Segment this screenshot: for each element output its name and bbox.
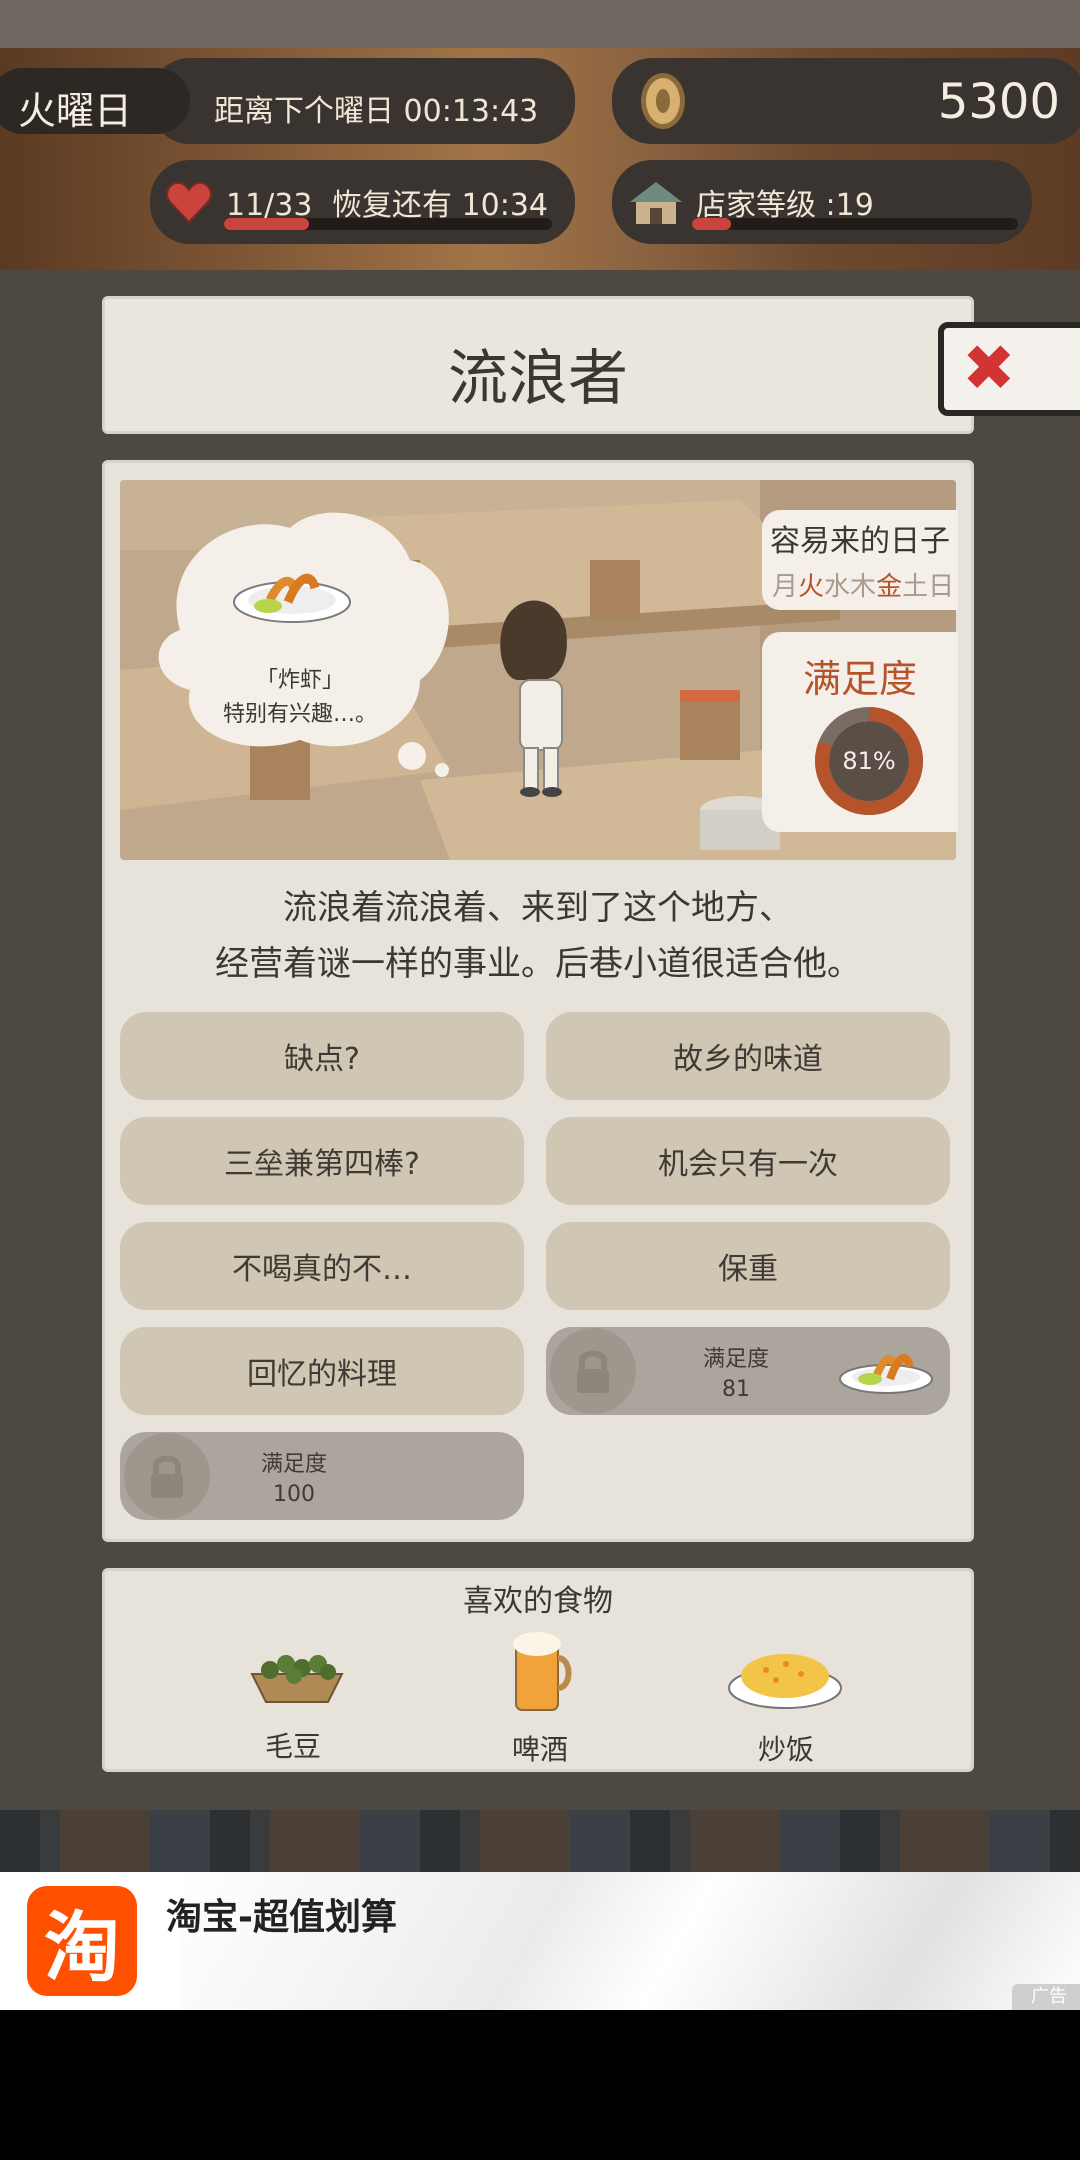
lock-icon-circle [124,1433,210,1519]
lock-icon [151,1455,183,1498]
stamina-bar-fill [224,218,310,230]
locked-option-100: 满足度 100 [120,1432,524,1520]
option-memory-dish[interactable]: 回忆的料理 [120,1327,524,1415]
character-title: 流浪者 [448,344,628,414]
weekday-4: 金 [876,572,903,602]
option-third-base[interactable]: 三垒兼第四棒? [120,1117,524,1205]
easy-days-title: 容易来的日子 [770,524,950,559]
locked-requirement-value: 100 [273,1482,315,1507]
background-strip [0,1810,1080,1872]
stamina-bar [224,218,552,230]
weekday-5: 土 [902,572,929,602]
close-icon[interactable]: ✖ [962,332,1016,406]
weekday-row: 月火水木金土日 [772,566,954,603]
weekday-0: 月 [772,572,799,602]
edamame-icon [248,1644,346,1710]
ad-badge: 广告 [1012,1984,1080,2010]
locked-option-81: 满足度 81 [546,1327,950,1415]
locked-requirement-label: 满足度 [702,1347,769,1372]
weekday-6: 日 [928,572,955,602]
favorite-dish-name: 「炸虾」 [255,668,344,693]
description-line-2: 经营着谜一样的事业。后巷小道很适合他。 [215,944,861,984]
current-day-label: 火曜日 [18,89,133,133]
coin-icon [637,70,689,132]
character-description: 流浪着流浪着、来到了这个地方、 经营着谜一样的事业。后巷小道很适合他。 [102,880,974,992]
option-flaws[interactable]: 缺点? [120,1012,524,1100]
coin-count: 5300 [937,74,1060,130]
option-hometown-taste[interactable]: 故乡的味道 [546,1012,950,1100]
description-line-1: 流浪着流浪着、来到了这个地方、 [283,888,793,928]
locked-requirement-value: 81 [722,1377,750,1402]
option-not-drinking[interactable]: 不喝真的不… [120,1222,524,1310]
lock-icon [577,1350,609,1393]
weekday-3: 木 [850,572,877,602]
favorite-food-fried-rice: 炒饭 [757,1733,814,1766]
lock-icon-circle [550,1328,636,1414]
bottom-black-area [0,2010,1080,2160]
ad-title[interactable]: 淘宝-超值划算 [166,1888,397,1940]
satisfaction-gauge: 81% [812,704,926,818]
favorite-food-beer: 啤酒 [511,1733,568,1766]
option-take-care[interactable]: 保重 [546,1222,950,1310]
weekday-2: 水 [824,572,851,602]
taobao-app-icon[interactable]: 淘 [27,1886,137,1996]
thought-bubble-text: 「炸虾」 特别有兴趣…。 [160,664,440,732]
interest-text: 特别有兴趣…。 [222,702,377,727]
favorite-food-edamame: 毛豆 [264,1730,321,1763]
shop-level-bar [692,218,1018,230]
fried-rice-icon [726,1640,844,1716]
weekday-1: 火 [798,572,825,602]
satisfaction-title: 满足度 [802,657,917,701]
satisfaction-value: 81% [842,747,895,775]
heart-icon [166,180,212,224]
favorite-foods-title: 喜欢的食物 [463,1584,613,1619]
status-bar [0,0,1080,48]
fried-shrimp-icon [836,1345,936,1399]
next-day-timer: 距离下个曜日 00:13:43 [214,94,539,129]
beer-icon [512,1630,572,1718]
option-only-one-chance[interactable]: 机会只有一次 [546,1117,950,1205]
locked-requirement-label: 满足度 [260,1452,327,1477]
shop-icon [628,178,684,228]
shop-level-bar-fill [692,218,732,230]
